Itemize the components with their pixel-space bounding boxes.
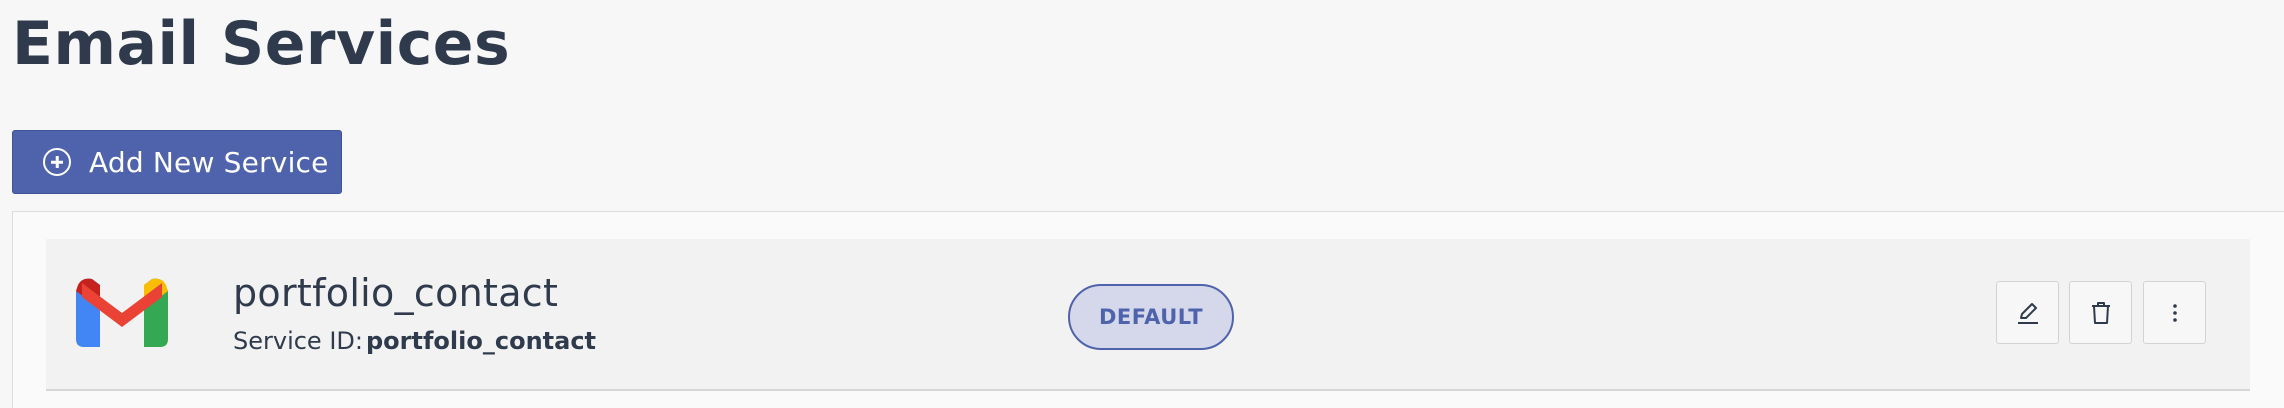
add-new-service-button[interactable]: Add New Service bbox=[12, 130, 342, 194]
vertical-dots-icon bbox=[2172, 303, 2177, 322]
default-badge: DEFAULT bbox=[1068, 284, 1234, 350]
plus-circle-icon bbox=[43, 148, 71, 176]
edit-service-button[interactable] bbox=[1996, 281, 2059, 344]
trash-icon bbox=[2091, 301, 2110, 324]
service-id-label: Service ID: bbox=[233, 327, 363, 355]
gmail-icon bbox=[76, 278, 168, 347]
more-options-button[interactable] bbox=[2143, 281, 2206, 344]
delete-service-button[interactable] bbox=[2069, 281, 2132, 344]
service-id-value: portfolio_contact bbox=[366, 327, 597, 355]
page-title: Email Services bbox=[12, 9, 511, 79]
service-name: portfolio_contact bbox=[233, 271, 559, 315]
pencil-icon bbox=[2017, 302, 2038, 324]
add-new-service-label: Add New Service bbox=[89, 145, 329, 179]
service-row: portfolio_contact Service ID: portfolio_… bbox=[46, 239, 2250, 391]
email-services-page: Email Services Add New Service portfolio… bbox=[0, 0, 2284, 408]
